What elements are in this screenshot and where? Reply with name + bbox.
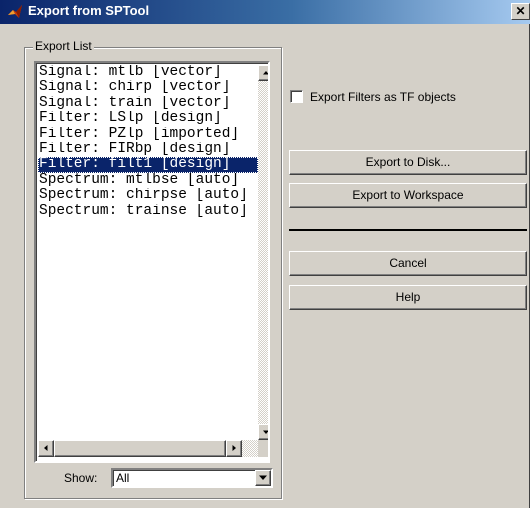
export-tf-checkbox[interactable] <box>290 90 303 103</box>
close-button[interactable]: ✕ <box>511 3 530 20</box>
scrollbar-corner <box>258 440 268 457</box>
window-title: Export from SPTool <box>28 3 150 18</box>
arrow-left-icon <box>44 445 48 451</box>
show-dropdown-value: All <box>116 471 130 485</box>
list-item[interactable]: Signal: mtlb [vector] <box>38 65 258 80</box>
close-icon: ✕ <box>515 4 526 18</box>
arrow-down-icon <box>263 430 268 434</box>
export-to-disk-button[interactable]: Export to Disk... <box>289 150 527 175</box>
list-item[interactable]: Filter: LSlp [design] <box>38 111 258 126</box>
list-item[interactable]: Filter: filt1 [design] <box>38 157 258 173</box>
arrow-up-icon <box>263 71 268 75</box>
list-item[interactable]: Signal: chirp [vector] <box>38 80 258 95</box>
scroll-left-button[interactable] <box>38 440 54 457</box>
vertical-scrollbar[interactable] <box>258 65 268 440</box>
horizontal-scroll-thumb[interactable] <box>54 440 226 457</box>
list-item[interactable]: Spectrum: trainse [auto] <box>38 204 258 219</box>
horizontal-scrollbar[interactable] <box>38 440 258 457</box>
title-bar[interactable]: Export from SPTool ✕ <box>0 0 530 24</box>
scroll-up-button[interactable] <box>258 65 268 81</box>
export-list-items: Signal: mtlb [vector] Signal: chirp [vect… <box>38 65 258 439</box>
export-listbox[interactable]: Signal: mtlb [vector] Signal: chirp [vect… <box>34 61 270 463</box>
list-item[interactable]: Filter: PZlp [imported] <box>38 127 258 142</box>
export-list-group-label: Export List <box>33 39 94 53</box>
button-separator <box>289 229 527 231</box>
list-item[interactable]: Spectrum: chirpse [auto] <box>38 188 258 203</box>
matlab-logo-icon <box>7 4 23 20</box>
show-dropdown[interactable]: All <box>111 468 273 488</box>
show-dropdown-button[interactable] <box>255 470 271 486</box>
list-item[interactable]: Filter: FIRbp [design] <box>38 142 258 157</box>
export-tf-label[interactable]: Export Filters as TF objects <box>310 90 456 104</box>
show-label: Show: <box>64 471 98 485</box>
chevron-down-icon <box>259 475 267 480</box>
scroll-right-button[interactable] <box>226 440 242 457</box>
scroll-down-button[interactable] <box>258 424 268 440</box>
export-to-workspace-button[interactable]: Export to Workspace <box>289 183 527 208</box>
export-dialog: Export from SPTool ✕ Export List Signal:… <box>0 0 530 508</box>
list-item[interactable]: Signal: train [vector] <box>38 96 258 111</box>
cancel-button[interactable]: Cancel <box>289 251 527 276</box>
help-button[interactable]: Help <box>289 285 527 310</box>
list-item[interactable]: Spectrum: mtlbse [auto] <box>38 173 258 188</box>
arrow-right-icon <box>232 445 236 451</box>
